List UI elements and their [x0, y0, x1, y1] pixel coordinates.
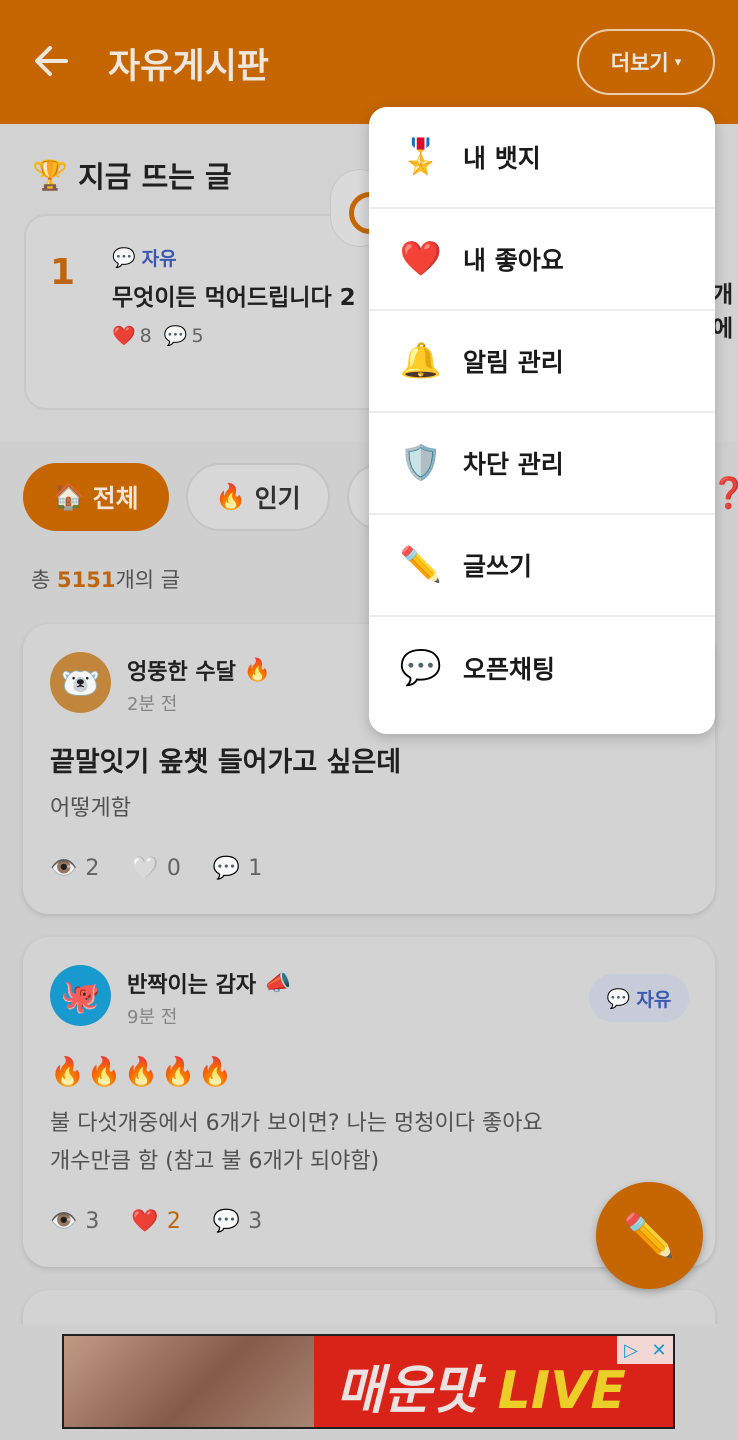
- menu-item-label: 내 뱃지: [463, 144, 541, 173]
- menu-item-my-likes[interactable]: ❤️ 내 좋아요: [369, 209, 715, 311]
- medal-icon: 🎖️: [399, 137, 443, 177]
- menu-item-label: 오픈채팅: [463, 655, 556, 684]
- menu-item-label: 내 좋아요: [463, 246, 564, 275]
- shield-icon: 🛡️: [399, 443, 443, 483]
- menu-item-block-management[interactable]: 🛡️ 차단 관리: [369, 413, 715, 515]
- pencil-icon: ✏️: [399, 545, 443, 585]
- menu-item-my-badges[interactable]: 🎖️ 내 뱃지: [369, 107, 715, 209]
- menu-item-write[interactable]: ✏️ 글쓰기: [369, 515, 715, 617]
- heart-icon: ❤️: [399, 239, 443, 279]
- menu-item-notifications[interactable]: 🔔 알림 관리: [369, 311, 715, 413]
- menu-item-label: 알림 관리: [463, 348, 564, 377]
- speech-bubble-icon: 💬: [399, 648, 443, 688]
- menu-item-label: 차단 관리: [463, 450, 564, 479]
- bell-icon: 🔔: [399, 341, 443, 381]
- menu-item-label: 글쓰기: [463, 552, 533, 581]
- more-menu: 🎖️ 내 뱃지 ❤️ 내 좋아요 🔔 알림 관리 🛡️ 차단 관리 ✏️ 글쓰기…: [369, 107, 715, 734]
- menu-item-open-chat[interactable]: 💬 오픈채팅: [369, 617, 715, 719]
